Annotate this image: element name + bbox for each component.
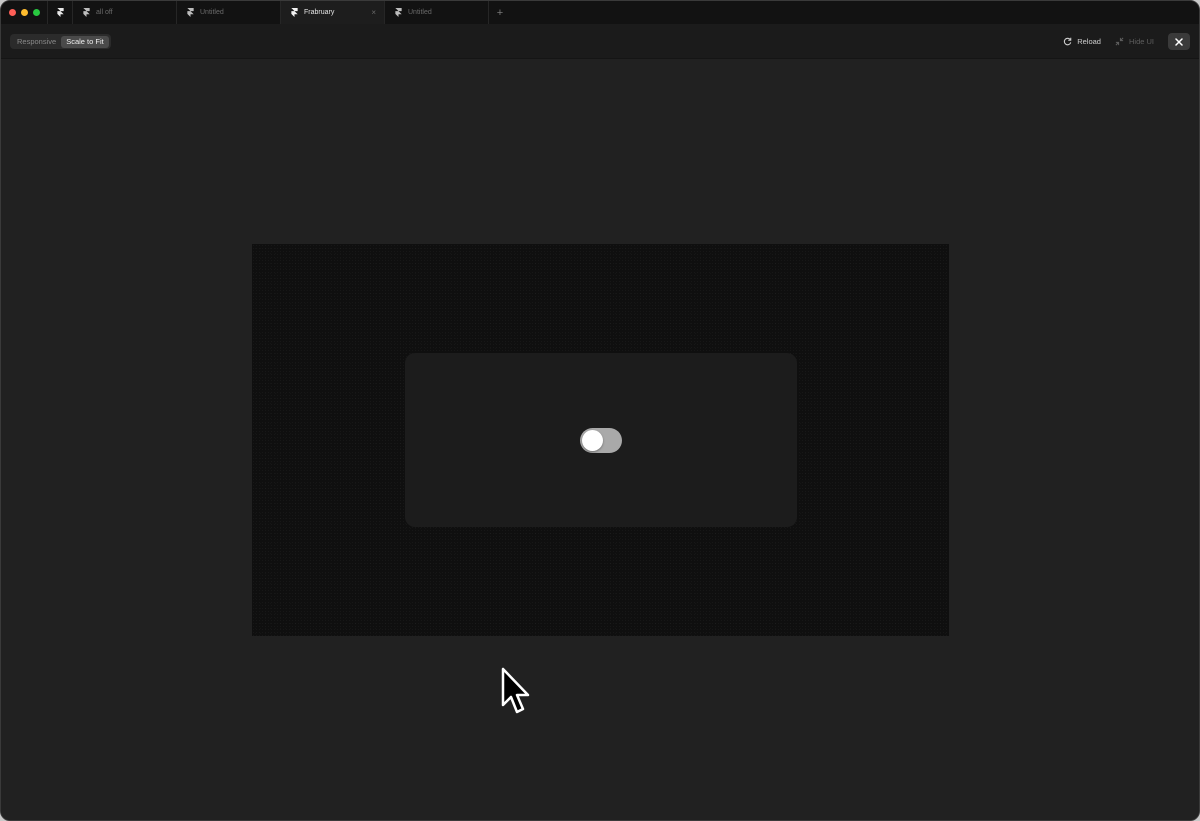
maximize-window-button[interactable] — [33, 9, 40, 16]
preview-frame — [252, 244, 949, 636]
close-preview-button[interactable] — [1168, 33, 1190, 50]
reload-button[interactable]: Reload — [1063, 37, 1101, 46]
toolbar-actions: Reload Hide UI — [1063, 33, 1190, 50]
app-window: all off Untitled Frabruary × Untitled + … — [0, 0, 1200, 821]
toggle-card — [405, 353, 797, 527]
close-icon — [1175, 37, 1183, 46]
scale-to-fit-button[interactable]: Scale to Fit — [61, 35, 109, 48]
window-controls — [1, 1, 47, 24]
tab-untitled-1[interactable]: Untitled — [177, 1, 281, 24]
hide-ui-label: Hide UI — [1128, 37, 1154, 46]
tab-all-off[interactable]: all off — [73, 1, 177, 24]
collapse-arrows-icon — [1115, 37, 1124, 46]
toggle-knob — [582, 430, 603, 451]
framer-logo-icon — [187, 8, 194, 17]
tab-label: Frabruary — [304, 9, 335, 16]
tab-untitled-2[interactable]: Untitled — [385, 1, 489, 24]
framer-logo-icon — [83, 8, 90, 17]
tab-label: Untitled — [408, 9, 432, 16]
framer-logo-icon — [291, 8, 298, 17]
framer-logo-icon — [395, 8, 402, 17]
add-tab-button[interactable]: + — [489, 1, 511, 24]
preview-toolbar: Responsive Scale to Fit Reload Hide UI — [1, 24, 1199, 59]
hide-ui-button[interactable]: Hide UI — [1115, 37, 1154, 46]
tab-close-icon[interactable]: × — [371, 8, 376, 17]
framer-logo-icon — [56, 8, 64, 17]
toggle-switch[interactable] — [580, 428, 622, 453]
close-window-button[interactable] — [9, 9, 16, 16]
mouse-pointer-icon — [501, 667, 530, 714]
minimize-window-button[interactable] — [21, 9, 28, 16]
responsive-button[interactable]: Responsive — [12, 36, 61, 48]
view-mode-segmented-control: Responsive Scale to Fit — [10, 34, 111, 49]
tab-label: all off — [96, 9, 113, 16]
tab-bar: all off Untitled Frabruary × Untitled + — [1, 1, 1199, 24]
reload-icon — [1064, 37, 1072, 46]
reload-label: Reload — [1077, 37, 1101, 46]
tab-label: Untitled — [200, 9, 224, 16]
tab-frabruary[interactable]: Frabruary × — [281, 1, 385, 24]
preview-canvas — [1, 59, 1199, 820]
home-tab[interactable] — [47, 1, 73, 24]
